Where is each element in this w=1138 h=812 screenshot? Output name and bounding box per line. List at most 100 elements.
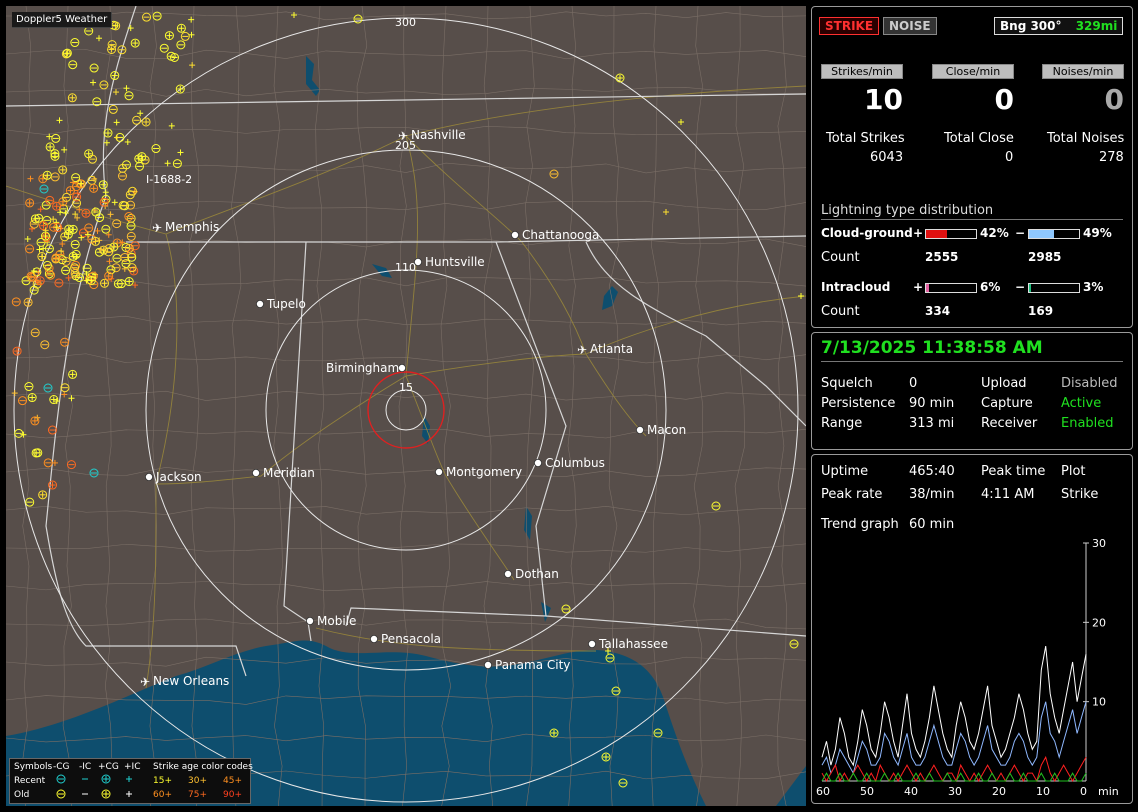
- symbol-legend: Symbols -CG -IC +CG +IC Strike age color…: [9, 758, 253, 804]
- ic-positive-bar: [925, 283, 977, 293]
- close-per-min-header: Close/min: [932, 64, 1014, 79]
- peak-rate-value: 38/min: [909, 487, 955, 502]
- city-dot-icon: [636, 425, 645, 434]
- trend-x-tick-label: 40: [904, 785, 918, 798]
- city-dot-icon: [510, 230, 519, 239]
- city-label: Tupelo: [266, 297, 306, 311]
- city-dot-icon: [305, 617, 314, 626]
- strike-marker: [45, 142, 55, 152]
- legend-col-neg-cg: -CG: [53, 762, 70, 772]
- strike-marker: [67, 93, 77, 103]
- strike-marker: [62, 48, 72, 58]
- noises-per-min-value: 0: [1104, 83, 1124, 116]
- ic-negative-pct: 3%: [1083, 280, 1104, 294]
- plot-value[interactable]: Strike: [1061, 487, 1098, 502]
- ring-label-300: 300: [395, 16, 416, 29]
- upload-value: Disabled: [1061, 376, 1118, 391]
- upload-label: Upload: [981, 376, 1027, 391]
- noises-per-min-header: Noises/min: [1042, 64, 1124, 79]
- city-label: Chattanooga: [522, 228, 599, 242]
- legend-col-pos-ic: +IC: [124, 762, 141, 772]
- ring-label-110: 110: [395, 261, 416, 274]
- legend-age-30: 30+: [188, 776, 207, 786]
- legend-col-neg-ic: -IC: [79, 762, 92, 772]
- ic-count-label: Count: [821, 304, 860, 319]
- city-dot-icon: [251, 468, 260, 477]
- legend-age-60: 60+: [153, 790, 172, 800]
- trend-panel: Uptime 465:40 Peak time Plot Peak rate 3…: [811, 454, 1133, 804]
- ic-negative-fill: [1029, 284, 1031, 292]
- city-label: Mobile: [317, 614, 356, 628]
- legend-symbols: [56, 774, 132, 799]
- strike-marker: [81, 208, 91, 218]
- total-noises-value: 278: [1099, 150, 1124, 165]
- trend-x-tick-label: 20: [992, 785, 1006, 798]
- persistence-value: 90 min: [909, 396, 955, 411]
- city-label: Memphis: [165, 220, 219, 234]
- squelch-label: Squelch: [821, 376, 873, 391]
- strike-marker: [52, 201, 62, 211]
- city-label: Macon: [647, 423, 686, 437]
- total-close-value: 0: [1005, 150, 1014, 165]
- city-dot-icon: [413, 257, 422, 266]
- strike-button[interactable]: STRIKE: [819, 17, 880, 35]
- cg-positive-fill: [926, 230, 947, 238]
- persistence-label: Persistence: [821, 396, 896, 411]
- noise-button[interactable]: NOISE: [883, 17, 937, 35]
- status-panel: 7/13/2025 11:38:58 AM Squelch 0 Persiste…: [811, 332, 1133, 450]
- city-birmingham: Birmingham: [326, 361, 406, 375]
- city-label: Jackson: [155, 470, 202, 484]
- city-label: Dothan: [515, 567, 559, 581]
- ic-positive-pct: 6%: [980, 280, 1001, 294]
- total-noises-label: Total Noises: [1047, 131, 1125, 146]
- total-strikes-label: Total Strikes: [826, 131, 905, 146]
- distribution-title: Lightning type distribution: [821, 203, 994, 218]
- strike-marker: [176, 23, 186, 33]
- city-label: Meridian: [263, 466, 315, 480]
- city-label: Tallahassee: [598, 637, 668, 651]
- ic-negative-bar: [1028, 283, 1080, 293]
- strike-marker: [164, 31, 174, 41]
- radar-map[interactable]: 15 110 205 300 I-1688-2 ✈ Nashville ✈ Memph…: [6, 6, 806, 806]
- legend-symbols-label: Symbols: [14, 762, 53, 772]
- strike-marker: [12, 346, 22, 356]
- ring-label-15: 15: [399, 381, 413, 394]
- strike-marker: [31, 448, 41, 458]
- strike-marker: [137, 152, 147, 162]
- city-huntsville: Huntsville: [413, 255, 485, 269]
- city-label: Atlanta: [590, 342, 633, 356]
- peak-time-value: 4:11 AM: [981, 487, 1035, 502]
- strikes-per-min-value: 10: [864, 83, 903, 116]
- app-tag: Doppler5 Weather: [12, 12, 113, 28]
- cg-negative-fill: [1029, 230, 1054, 238]
- trend-y-tick-label: 30: [1092, 537, 1106, 550]
- strike-marker: [35, 276, 45, 286]
- strike-marker: [100, 278, 110, 288]
- ic-positive-count: 334: [925, 304, 951, 318]
- bearing-value: Bng 300°: [1000, 19, 1062, 33]
- strike-marker: [68, 369, 78, 379]
- city-dot-icon: [397, 363, 406, 372]
- airport-icon: ✈: [140, 675, 150, 689]
- strike-marker: [109, 242, 119, 252]
- city-pensacola: Pensacola: [369, 632, 441, 646]
- city-montgomery: Montgomery: [434, 465, 522, 479]
- city-tallahassee: Tallahassee: [588, 637, 668, 651]
- strike-marker: [51, 253, 61, 263]
- strike-marker: [30, 214, 40, 224]
- city-label: Birmingham: [326, 361, 399, 375]
- receiver-value: Enabled: [1061, 416, 1114, 431]
- peak-rate-label: Peak rate: [821, 487, 883, 502]
- city-dot-icon: [503, 570, 512, 579]
- strike-marker: [64, 224, 74, 234]
- strike-marker: [104, 271, 114, 281]
- trend-x-tick-label: 60: [816, 785, 830, 798]
- cg-negative-pct: 49%: [1083, 226, 1112, 240]
- strike-marker: [40, 231, 50, 241]
- strike-marker: [38, 490, 48, 500]
- datetime-divider: [821, 361, 1123, 362]
- strike-marker: [23, 297, 33, 307]
- trend-x-tick-label: 10: [1036, 785, 1050, 798]
- city-dot-icon: [588, 640, 597, 649]
- peak-time-label: Peak time: [981, 464, 1046, 479]
